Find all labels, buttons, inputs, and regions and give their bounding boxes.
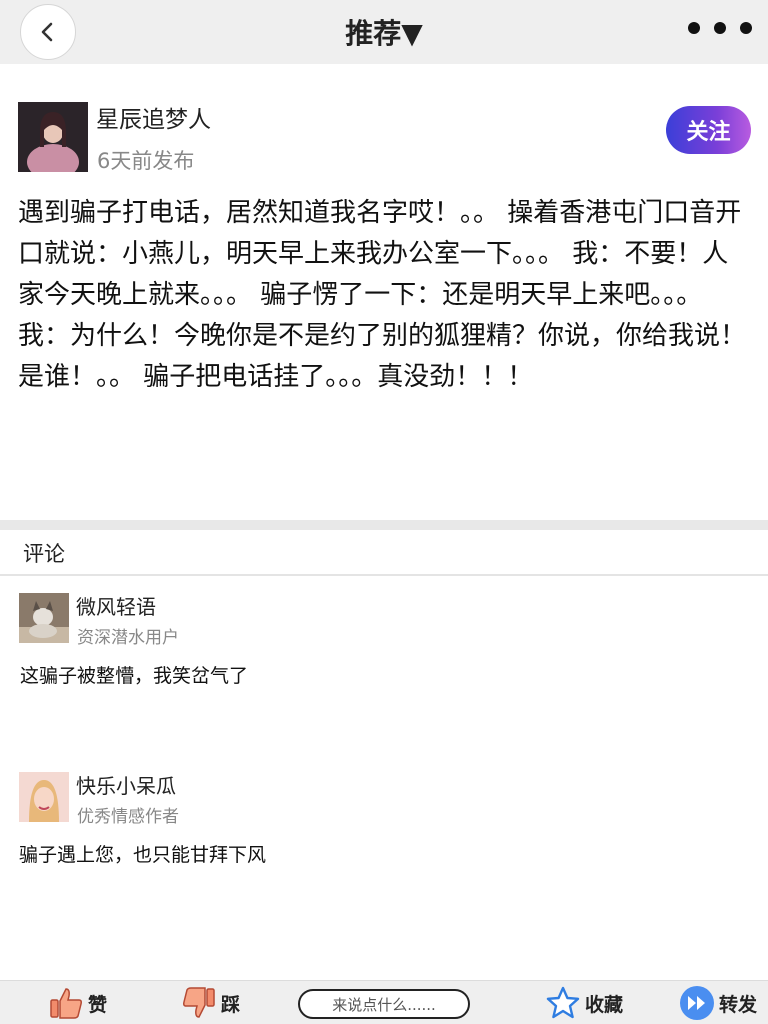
dot-icon	[714, 22, 726, 34]
dislike-label: 踩	[221, 993, 241, 1016]
comment-input[interactable]: 来说点什么......	[298, 989, 470, 1019]
like-button[interactable]: 赞	[48, 981, 107, 1024]
forward-icon	[680, 986, 714, 1020]
avatar-image	[18, 102, 88, 172]
favorite-button[interactable]: 收藏	[545, 981, 623, 1024]
favorite-label: 收藏	[585, 993, 624, 1016]
section-divider	[0, 520, 768, 530]
follow-button[interactable]: 关注	[666, 106, 751, 154]
comments-title: 评论	[23, 542, 65, 566]
comment-text: 骗子遇上您，也只能甘拜下风	[19, 844, 267, 866]
avatar-image	[19, 593, 69, 643]
author-avatar[interactable]	[18, 102, 88, 172]
post-body: 遇到骗子打电话，居然知道我名字哎！。。 操着香港屯门口音开口就说：小燕儿，明天早…	[18, 198, 747, 392]
share-button[interactable]: 转发	[679, 981, 757, 1024]
top-bar: 推荐▼	[0, 0, 768, 64]
comment-avatar[interactable]	[19, 593, 69, 643]
post-time: 6天前发布	[97, 149, 195, 173]
comments-divider	[0, 574, 768, 576]
thumbs-up-icon	[50, 988, 82, 1019]
comment-author-role: 资深潜水用户	[77, 628, 179, 648]
avatar-image	[19, 772, 69, 822]
dislike-button[interactable]: 踩	[181, 981, 240, 1024]
more-options-button[interactable]	[688, 22, 752, 34]
comment-text: 这骗子被整懵，我笑岔气了	[20, 665, 249, 687]
comment-author-role: 优秀情感作者	[77, 807, 179, 827]
page-title[interactable]: 推荐▼	[0, 12, 768, 52]
star-icon	[546, 986, 580, 1019]
author-name[interactable]: 星辰追梦人	[96, 100, 211, 134]
dot-icon	[688, 22, 700, 34]
share-label: 转发	[719, 993, 758, 1016]
comment-avatar[interactable]	[19, 772, 69, 822]
comment-author-name[interactable]: 快乐小呆瓜	[76, 770, 176, 799]
like-label: 赞	[88, 993, 108, 1016]
comment-author-name[interactable]: 微风轻语	[76, 591, 156, 620]
dot-icon	[740, 22, 752, 34]
thumbs-down-icon	[183, 987, 215, 1018]
bottom-bar: 赞 踩 来说点什么...... 收藏 转发	[0, 980, 768, 1024]
